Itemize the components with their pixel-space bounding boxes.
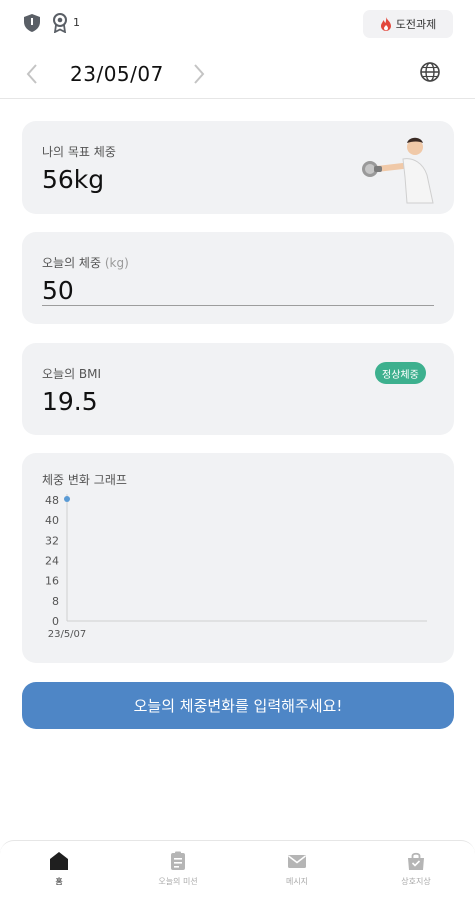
tab-message[interactable]: 메시지: [238, 851, 356, 895]
tab-home[interactable]: 홈: [0, 851, 118, 895]
challenge-label: 도전과제: [395, 18, 437, 31]
home-icon: [50, 852, 68, 870]
bmi-label: 오늘의 BMI: [42, 367, 102, 381]
today-weight-card: 오늘의 체중 (kg) 50: [22, 232, 454, 324]
globe-icon[interactable]: [419, 61, 441, 83]
chart-data-point: [64, 496, 70, 502]
chart-y-tick-label: 40: [45, 514, 59, 527]
chart-y-tick-label: 32: [45, 534, 59, 547]
goal-weight-value: 56kg: [42, 165, 105, 194]
badge-count: 1: [73, 16, 80, 29]
dumbbell-figure-illustration: [362, 137, 434, 204]
chart-y-tick-label: 8: [52, 595, 59, 608]
weight-chart-card: 체중 변화 그래프 48 40 32 24 16 8 0 23/5/07: [22, 453, 454, 663]
bottom-tab-bar: 홈 오늘의 미션 메시지 상호지상: [0, 840, 475, 900]
date-navigation: 23/05/07: [0, 52, 475, 96]
enter-weight-button[interactable]: 오늘의 체중변화를 입력해주세요!: [22, 682, 454, 729]
chevron-left-icon[interactable]: [23, 62, 43, 86]
tab-message-label: 메시지: [285, 877, 309, 886]
medal-icon[interactable]: [52, 13, 68, 33]
today-weight-label: 오늘의 체중 (kg): [42, 254, 129, 271]
today-weight-label-text: 오늘의 체중: [42, 256, 102, 270]
chart-y-tick-label: 48: [45, 494, 59, 507]
tab-home-label: 홈: [55, 877, 63, 886]
chevron-right-icon[interactable]: [188, 62, 208, 86]
shield-icon[interactable]: [24, 14, 40, 32]
challenge-button[interactable]: 도전과제: [363, 10, 453, 38]
tab-today-mission-label: 오늘의 미션: [158, 877, 198, 886]
chart-y-tick-label: 16: [45, 575, 59, 588]
chart-y-tick-label: 24: [45, 555, 59, 568]
today-weight-input[interactable]: 50: [42, 276, 74, 305]
fire-icon: [380, 17, 391, 31]
chart-x-tick-label: 23/5/07: [48, 629, 87, 640]
mail-icon: [288, 855, 306, 868]
bag-icon: [408, 852, 424, 870]
status-bar: 1 도전과제: [0, 0, 475, 50]
bmi-card: 오늘의 BMI 19.5 정상체중: [22, 343, 454, 435]
tab-shop[interactable]: 상호지상: [357, 851, 475, 895]
header-divider: [0, 98, 475, 99]
clipboard-icon: [171, 851, 185, 870]
weight-chart: 48 40 32 24 16 8 023/5/07: [45, 494, 427, 640]
tab-today-mission[interactable]: 오늘의 미션: [119, 851, 237, 895]
chart-y-tick-label: 0: [52, 615, 59, 628]
goal-weight-label: 나의 목표 체중: [42, 145, 116, 159]
weight-unit: (kg): [104, 256, 129, 270]
current-date: 23/05/07: [70, 62, 164, 86]
tab-shop-label: 상호지상: [401, 877, 431, 886]
input-underline: [42, 305, 434, 306]
bmi-status-badge: 정상체중: [375, 362, 426, 384]
goal-weight-card: 나의 목표 체중 56kg: [22, 121, 454, 214]
bmi-value: 19.5: [42, 387, 98, 416]
